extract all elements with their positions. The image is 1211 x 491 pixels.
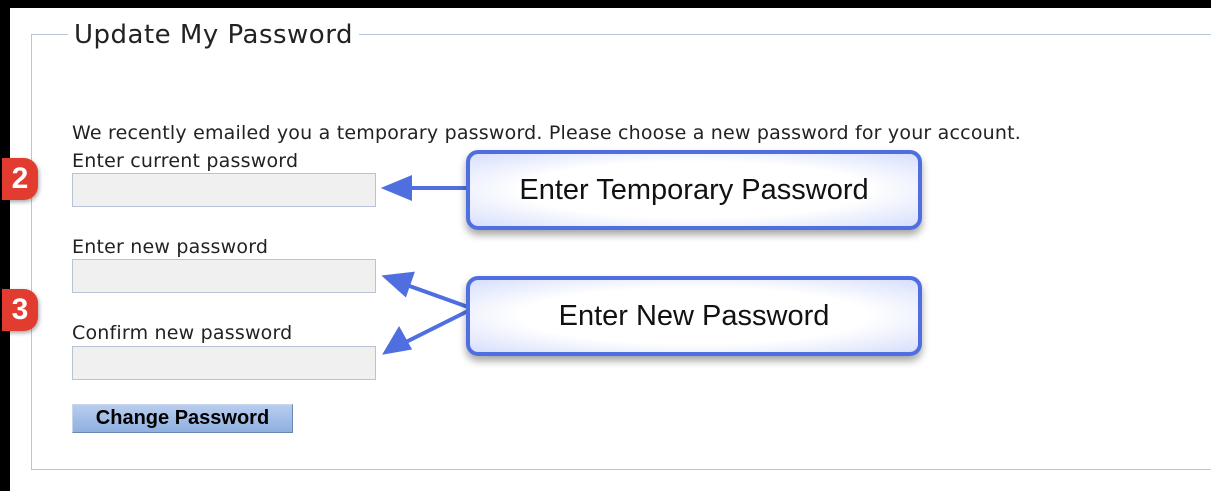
callout-arrows [380, 175, 469, 355]
arrow-to-confirm-password [382, 309, 469, 355]
arrow-to-new-password [381, 271, 469, 309]
page: Update My Password We recently emailed y… [2, 8, 1211, 491]
callout-new-password: Enter New Password [466, 276, 922, 356]
callout-temporary-password: Enter Temporary Password [466, 150, 922, 230]
arrow-to-current-password [380, 175, 468, 201]
